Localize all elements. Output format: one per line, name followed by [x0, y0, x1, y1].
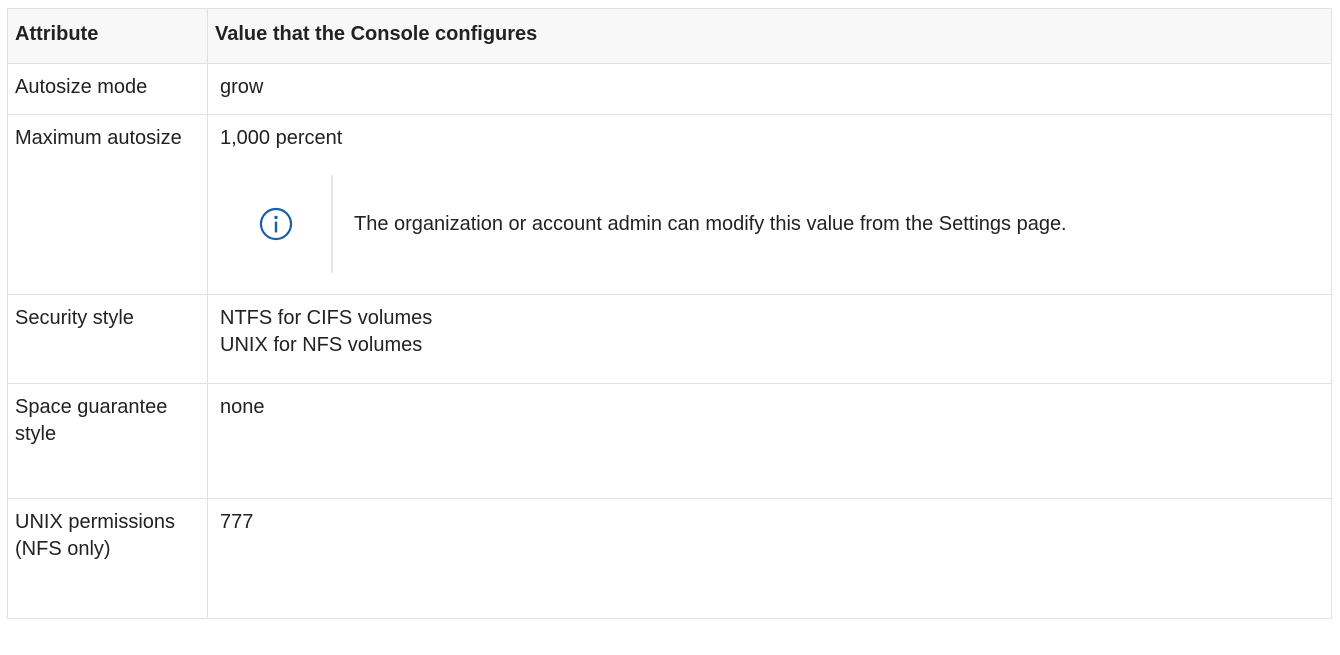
value-cell: NTFS for CIFS volumes UNIX for NFS volum…	[207, 294, 1332, 384]
attribute-cell: UNIX permissions (NFS only)	[7, 498, 208, 619]
value-cell: none	[207, 383, 1332, 499]
attribute-cell: Space guarantee style	[7, 383, 208, 499]
attribute-cell: Autosize mode	[7, 63, 208, 115]
attribute-cell: Maximum autosize	[7, 114, 208, 295]
column-header-attribute: Attribute	[7, 8, 208, 64]
table-row: Maximum autosize 1,000 percent The organ…	[7, 114, 1332, 295]
attributes-table: Attribute Value that the Console configu…	[7, 8, 1332, 619]
table-header-row: Attribute Value that the Console configu…	[7, 8, 1332, 64]
value-cell: 777	[207, 498, 1332, 619]
value-text: 1,000 percent	[220, 127, 343, 149]
note-icon-column	[220, 175, 333, 273]
note-text: The organization or account admin can mo…	[354, 213, 1067, 235]
table-row: Security style NTFS for CIFS volumes UNI…	[7, 294, 1332, 384]
column-header-value: Value that the Console configures	[207, 8, 1332, 64]
admonition-note: The organization or account admin can mo…	[220, 175, 1321, 273]
value-line: NTFS for CIFS volumes	[220, 307, 433, 329]
table-row: Space guarantee style none	[7, 383, 1332, 499]
info-icon	[259, 207, 292, 241]
value-line: UNIX for NFS volumes	[220, 334, 423, 356]
value-cell: grow	[207, 63, 1332, 115]
value-cell: 1,000 percent The organization or accoun…	[207, 114, 1332, 295]
table-row: Autosize mode grow	[7, 63, 1332, 115]
attribute-cell: Security style	[7, 294, 208, 384]
table-row: UNIX permissions (NFS only) 777	[7, 498, 1332, 619]
